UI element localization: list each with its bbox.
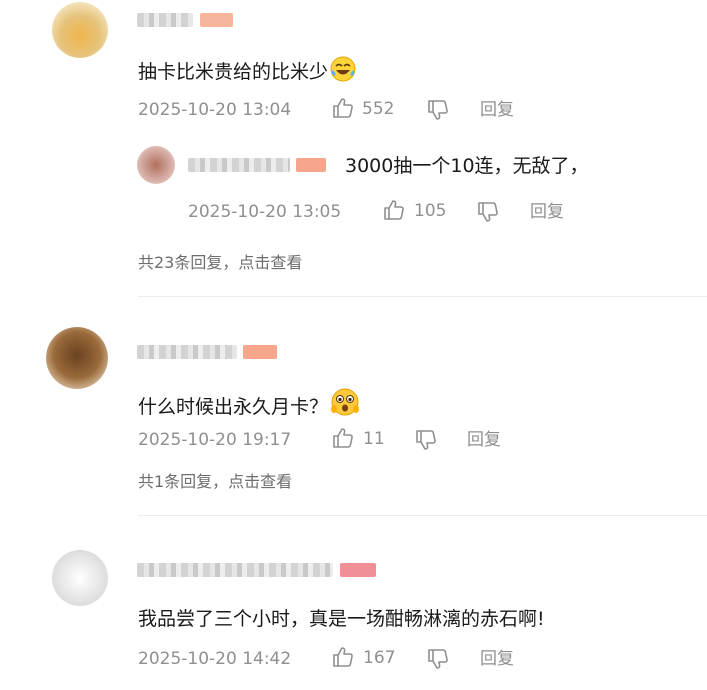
reply-avatar[interactable] [137, 146, 175, 184]
laugh-cry-emoji [330, 56, 356, 88]
comment-time: 2025-10-20 13:04 [138, 100, 292, 120]
user-badge [200, 13, 233, 27]
thumbs-down-icon[interactable] [427, 648, 449, 674]
user-badge [340, 563, 376, 577]
avatar[interactable] [46, 327, 108, 389]
view-more-replies-link[interactable]: 共1条回复，点击查看 [138, 468, 292, 492]
reply-text: 3000抽一个10连，无敌了， [345, 155, 589, 177]
like-count: 552 [362, 99, 395, 119]
reply-like-count: 105 [414, 201, 447, 221]
comment-text-body: 抽卡比米贵给的比米少 [138, 61, 329, 83]
divider [138, 515, 707, 516]
reply-reply-button[interactable]: 回复 [530, 201, 564, 223]
avatar[interactable] [52, 2, 108, 58]
thumbs-down-icon[interactable] [427, 99, 449, 125]
username[interactable] [137, 345, 237, 359]
like-count: 11 [363, 429, 385, 449]
comment-text: 我品尝了三个小时，真是一场酣畅淋漓的赤石啊! [138, 608, 545, 630]
comment-time: 2025-10-20 14:42 [138, 649, 292, 669]
like-count: 167 [363, 648, 396, 668]
thumbs-up-icon[interactable] [383, 199, 405, 225]
divider [138, 296, 707, 297]
reply-user-badge [296, 158, 326, 172]
thumbs-down-icon[interactable] [477, 201, 499, 227]
avatar[interactable] [52, 550, 108, 606]
reply-button[interactable]: 回复 [467, 429, 501, 451]
reply-username[interactable] [188, 158, 290, 172]
reply-button[interactable]: 回复 [480, 648, 514, 670]
reply-button[interactable]: 回复 [480, 99, 514, 121]
thumbs-down-icon[interactable] [415, 429, 437, 455]
thumbs-up-icon[interactable] [332, 646, 354, 672]
comment-time: 2025-10-20 19:17 [138, 430, 292, 450]
shocked-emoji [330, 387, 360, 423]
username[interactable] [137, 563, 333, 577]
comment-text-body: 什么时候出永久月卡？ [138, 396, 329, 418]
comment-text: 什么时候出永久月卡？ [138, 387, 360, 423]
thumbs-up-icon[interactable] [332, 97, 354, 123]
reply-time: 2025-10-20 13:05 [188, 202, 342, 222]
thumbs-up-icon[interactable] [332, 427, 354, 453]
user-badge [243, 345, 277, 359]
username[interactable] [137, 13, 193, 27]
comment-text: 抽卡比米贵给的比米少 [138, 56, 356, 88]
view-more-replies-link[interactable]: 共23条回复，点击查看 [138, 249, 302, 273]
